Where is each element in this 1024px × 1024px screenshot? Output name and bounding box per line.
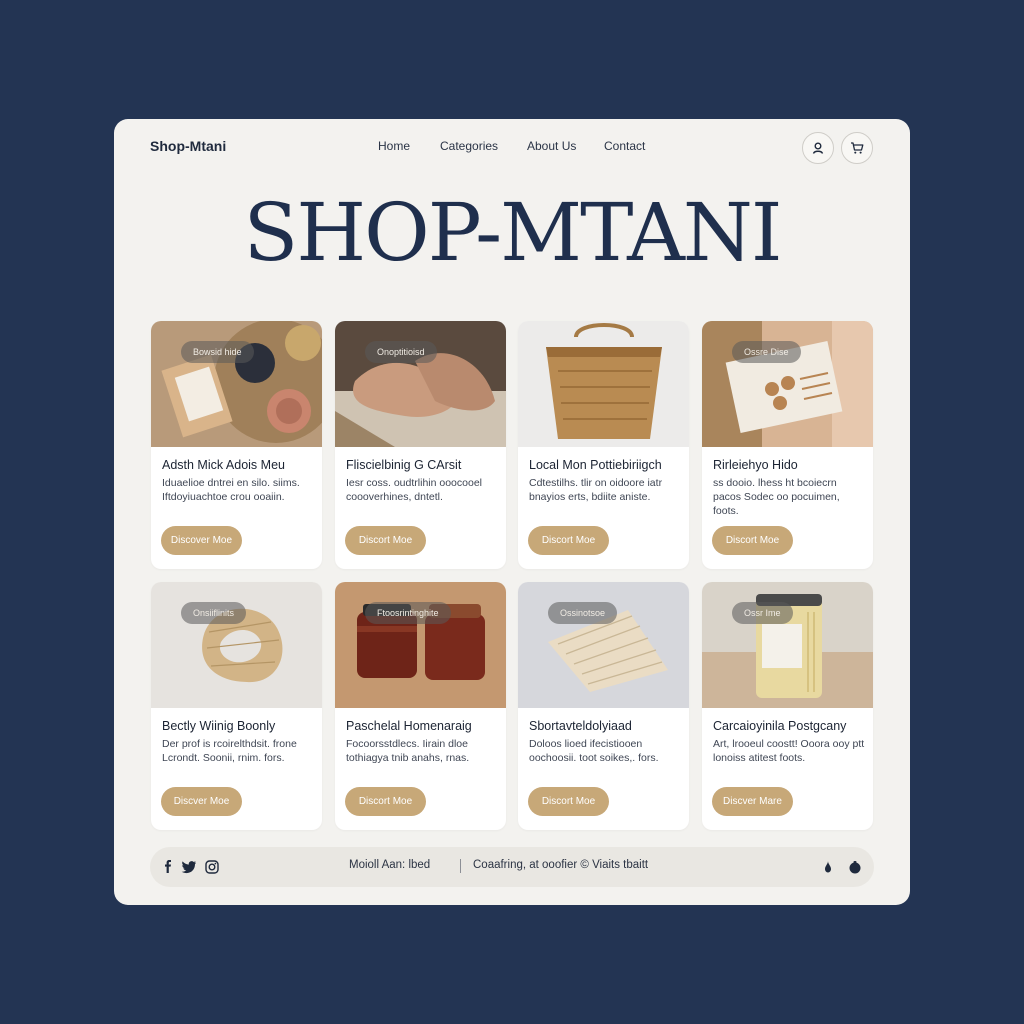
product-image: Ossr Ime bbox=[702, 582, 873, 708]
main-nav: Home Categories About Us Contact bbox=[114, 139, 910, 155]
product-card[interactable]: Ftoosrintinghite Paschelal Homenaraig Fo… bbox=[335, 582, 506, 830]
nav-about-us[interactable]: About Us bbox=[527, 139, 576, 153]
nav-home[interactable]: Home bbox=[378, 139, 410, 153]
top-navigation-bar: Shop-Mtani Home Categories About Us Cont… bbox=[114, 119, 910, 175]
footer-right-text: Coaafring, at ooofier © Viaits tbaitt bbox=[473, 859, 649, 871]
product-tag: Ossinotsoe bbox=[548, 602, 618, 624]
product-card[interactable]: Ossr Ime Carcaioyinila Postgcany Art, lr… bbox=[702, 582, 873, 830]
product-card[interactable]: Ossinotsoe Sbortavteldolyiaad Doloos lio… bbox=[518, 582, 689, 830]
product-title: Bectly Wiinig Boonly bbox=[162, 719, 276, 733]
product-card[interactable]: Bowsid hide Adsth Mick Adois Meu Iduaeli… bbox=[151, 321, 322, 569]
product-tag: Ftoosrintinghite bbox=[365, 602, 451, 624]
product-description: Iesr coss. oudtrlihin ooocooel coooverhi… bbox=[346, 477, 482, 503]
cart-icon bbox=[851, 142, 864, 154]
product-title: Fliscielbinig G CArsit bbox=[346, 458, 462, 472]
product-image: Bowsid hide bbox=[151, 321, 322, 447]
product-description: Focoorsstdlecs. Iirain dloe tothiagya tn… bbox=[346, 738, 470, 764]
product-image: Ossre Dise bbox=[702, 321, 873, 447]
discover-more-button[interactable]: Discover Moe bbox=[161, 526, 242, 555]
product-description: Art, lrooeul coostt! Ooora ooy ptt lonoi… bbox=[713, 738, 865, 764]
product-description: Der prof is rcoirelthdsit. frone Lcrondt… bbox=[162, 738, 297, 764]
product-title: Carcaioyinila Postgcany bbox=[713, 719, 847, 733]
product-image: Onoptitioisd bbox=[335, 321, 506, 447]
cart-button[interactable] bbox=[841, 132, 873, 164]
product-tag: Ossr Ime bbox=[732, 602, 793, 624]
instagram-icon[interactable] bbox=[204, 859, 220, 875]
product-title: Paschelal Homenaraig bbox=[346, 719, 472, 733]
product-image: Ftoosrintinghite bbox=[335, 582, 506, 708]
app-window: Shop-Mtani Home Categories About Us Cont… bbox=[114, 119, 910, 905]
discover-more-button[interactable]: Discort Moe bbox=[528, 787, 609, 816]
discover-more-button[interactable]: Discort Moe bbox=[345, 787, 426, 816]
product-card[interactable]: Onsiiflinits Bectly Wiinig Boonly Der pr… bbox=[151, 582, 322, 830]
product-card[interactable]: Ossre Dise Rirleiehyo Hido ss dooio. lhe… bbox=[702, 321, 873, 569]
account-button[interactable] bbox=[802, 132, 834, 164]
product-tag: Onsiiflinits bbox=[181, 602, 247, 624]
product-tag: Ossre Dise bbox=[732, 341, 801, 363]
product-title: Rirleiehyo Hido bbox=[713, 458, 798, 472]
footer-divider bbox=[460, 859, 461, 873]
product-tag: Onoptitioisd bbox=[365, 341, 437, 363]
discover-more-button[interactable]: Discort Moe bbox=[345, 526, 426, 555]
product-title: Sbortavteldolyiaad bbox=[529, 719, 632, 733]
discover-more-button[interactable]: Discver Mare bbox=[712, 787, 793, 816]
product-card[interactable]: Local Mon Pottiebiriigch Cdtestilhs. tli… bbox=[518, 321, 689, 569]
footer-left-text: Moioll Aan: lbed bbox=[349, 859, 431, 871]
product-description: Iduaelioe dntrei en silo. siims. Iftdoyi… bbox=[162, 477, 300, 503]
product-tag: Bowsid hide bbox=[181, 341, 254, 363]
product-title: Adsth Mick Adois Meu bbox=[162, 458, 285, 472]
bag-icon[interactable] bbox=[847, 859, 863, 875]
product-description: Doloos lioed ifecistiooen oochoosii. too… bbox=[529, 738, 659, 764]
user-icon bbox=[812, 142, 824, 154]
product-image bbox=[518, 321, 689, 447]
discover-more-button[interactable]: Discort Moe bbox=[528, 526, 609, 555]
product-image: Ossinotsoe bbox=[518, 582, 689, 708]
product-card[interactable]: Onoptitioisd Fliscielbinig G CArsit Iesr… bbox=[335, 321, 506, 569]
nav-contact[interactable]: Contact bbox=[604, 139, 645, 153]
product-description: ss dooio. lhess ht bcoiecrn pacos Sodec … bbox=[713, 477, 840, 517]
drop-icon[interactable] bbox=[820, 859, 836, 875]
product-description: Cdtestilhs. tlir on oidoore iatr bnayios… bbox=[529, 477, 663, 503]
product-image: Onsiiflinits bbox=[151, 582, 322, 708]
hero-title: SHOP-MTANI bbox=[243, 186, 783, 279]
twitter-icon[interactable] bbox=[181, 859, 197, 875]
product-title: Local Mon Pottiebiriigch bbox=[529, 458, 662, 472]
footer-bar: Moioll Aan: lbed Coaafring, at ooofier ©… bbox=[150, 847, 874, 887]
facebook-icon[interactable] bbox=[160, 859, 176, 875]
discover-more-button[interactable]: Discver Moe bbox=[161, 787, 242, 816]
discover-more-button[interactable]: Discort Moe bbox=[712, 526, 793, 555]
nav-categories[interactable]: Categories bbox=[440, 139, 498, 153]
